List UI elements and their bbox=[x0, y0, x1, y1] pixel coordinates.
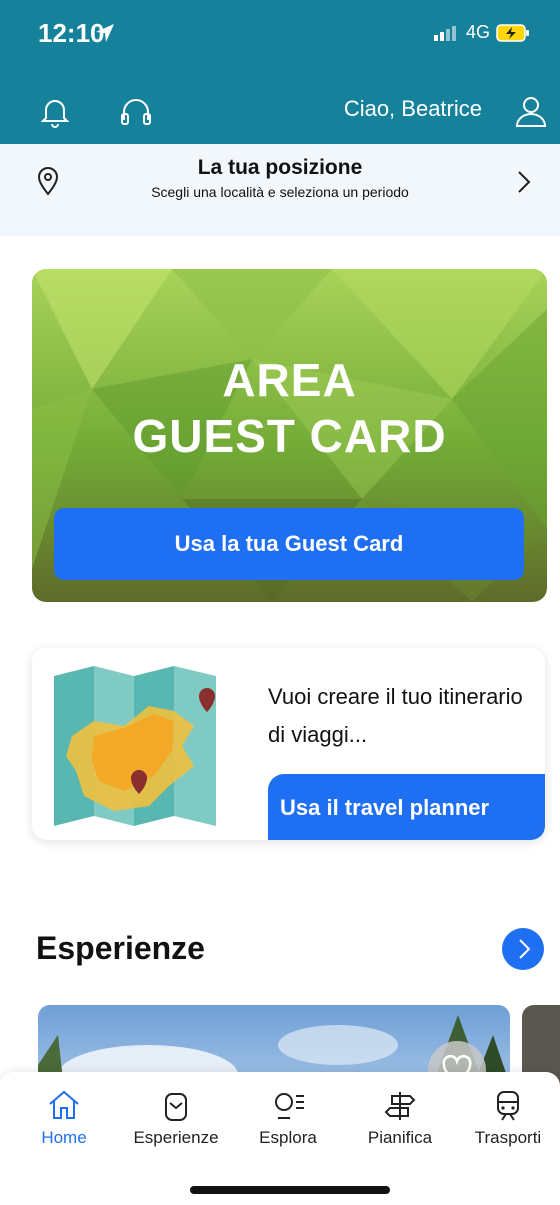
guest-card-title-line1: AREA bbox=[222, 354, 357, 406]
tab-home-label: Home bbox=[41, 1128, 87, 1147]
greeting-text[interactable]: Ciao, Beatrice bbox=[344, 96, 482, 122]
headphones-icon[interactable] bbox=[118, 96, 154, 128]
location-title: La tua posizione bbox=[197, 156, 363, 179]
guest-card-title-line2: GUEST CARD bbox=[132, 410, 447, 462]
signal-icon bbox=[433, 25, 456, 41]
chevron-right-icon[interactable] bbox=[516, 170, 532, 194]
tab-transport[interactable]: Trasporti bbox=[452, 1080, 560, 1148]
tab-experiences[interactable]: Esperienze bbox=[120, 1080, 232, 1148]
map-illustration bbox=[54, 666, 216, 826]
experiences-more-button[interactable] bbox=[502, 928, 544, 970]
backpack-icon bbox=[165, 1093, 187, 1121]
explore-icon bbox=[275, 1093, 304, 1119]
location-arrow-icon bbox=[96, 24, 114, 42]
travel-planner-card[interactable]: Vuoi creare il tuo itinerario di viaggi.… bbox=[32, 648, 545, 840]
home-icon bbox=[49, 1090, 79, 1119]
chevron-right-icon bbox=[519, 939, 531, 959]
planner-description: Vuoi creare il tuo itinerario di viaggi.… bbox=[268, 684, 523, 747]
tab-home[interactable]: Home bbox=[8, 1080, 120, 1148]
tab-explore-label: Esplora bbox=[259, 1128, 317, 1147]
home-indicator[interactable] bbox=[190, 1186, 390, 1194]
use-travel-planner-button[interactable]: Usa il travel planner bbox=[268, 774, 545, 840]
status-indicators: 4G bbox=[433, 22, 532, 43]
network-label: 4G bbox=[465, 22, 490, 42]
notifications-bell-icon[interactable] bbox=[40, 96, 70, 128]
use-guest-card-button[interactable]: Usa la tua Guest Card bbox=[54, 508, 524, 580]
tab-plan-label: Pianifica bbox=[367, 1128, 433, 1147]
guest-card-banner[interactable]: AREA GUEST CARD Usa la tua Guest Card bbox=[32, 269, 547, 602]
location-subtitle: Scegli una località e seleziona un perio… bbox=[151, 184, 409, 200]
tab-explore[interactable]: Esplora bbox=[232, 1080, 344, 1148]
tab-experiences-label: Esperienze bbox=[133, 1128, 219, 1147]
tab-transport-label: Trasporti bbox=[474, 1128, 542, 1147]
tab-plan[interactable]: Pianifica bbox=[344, 1080, 456, 1148]
guest-card-title: AREA GUEST CARD bbox=[32, 352, 547, 464]
signpost-icon bbox=[384, 1092, 416, 1120]
train-icon bbox=[497, 1091, 519, 1121]
user-profile-icon[interactable] bbox=[514, 94, 548, 128]
experiences-section-title: Esperienze bbox=[36, 930, 205, 966]
battery-charging-icon bbox=[496, 23, 529, 42]
